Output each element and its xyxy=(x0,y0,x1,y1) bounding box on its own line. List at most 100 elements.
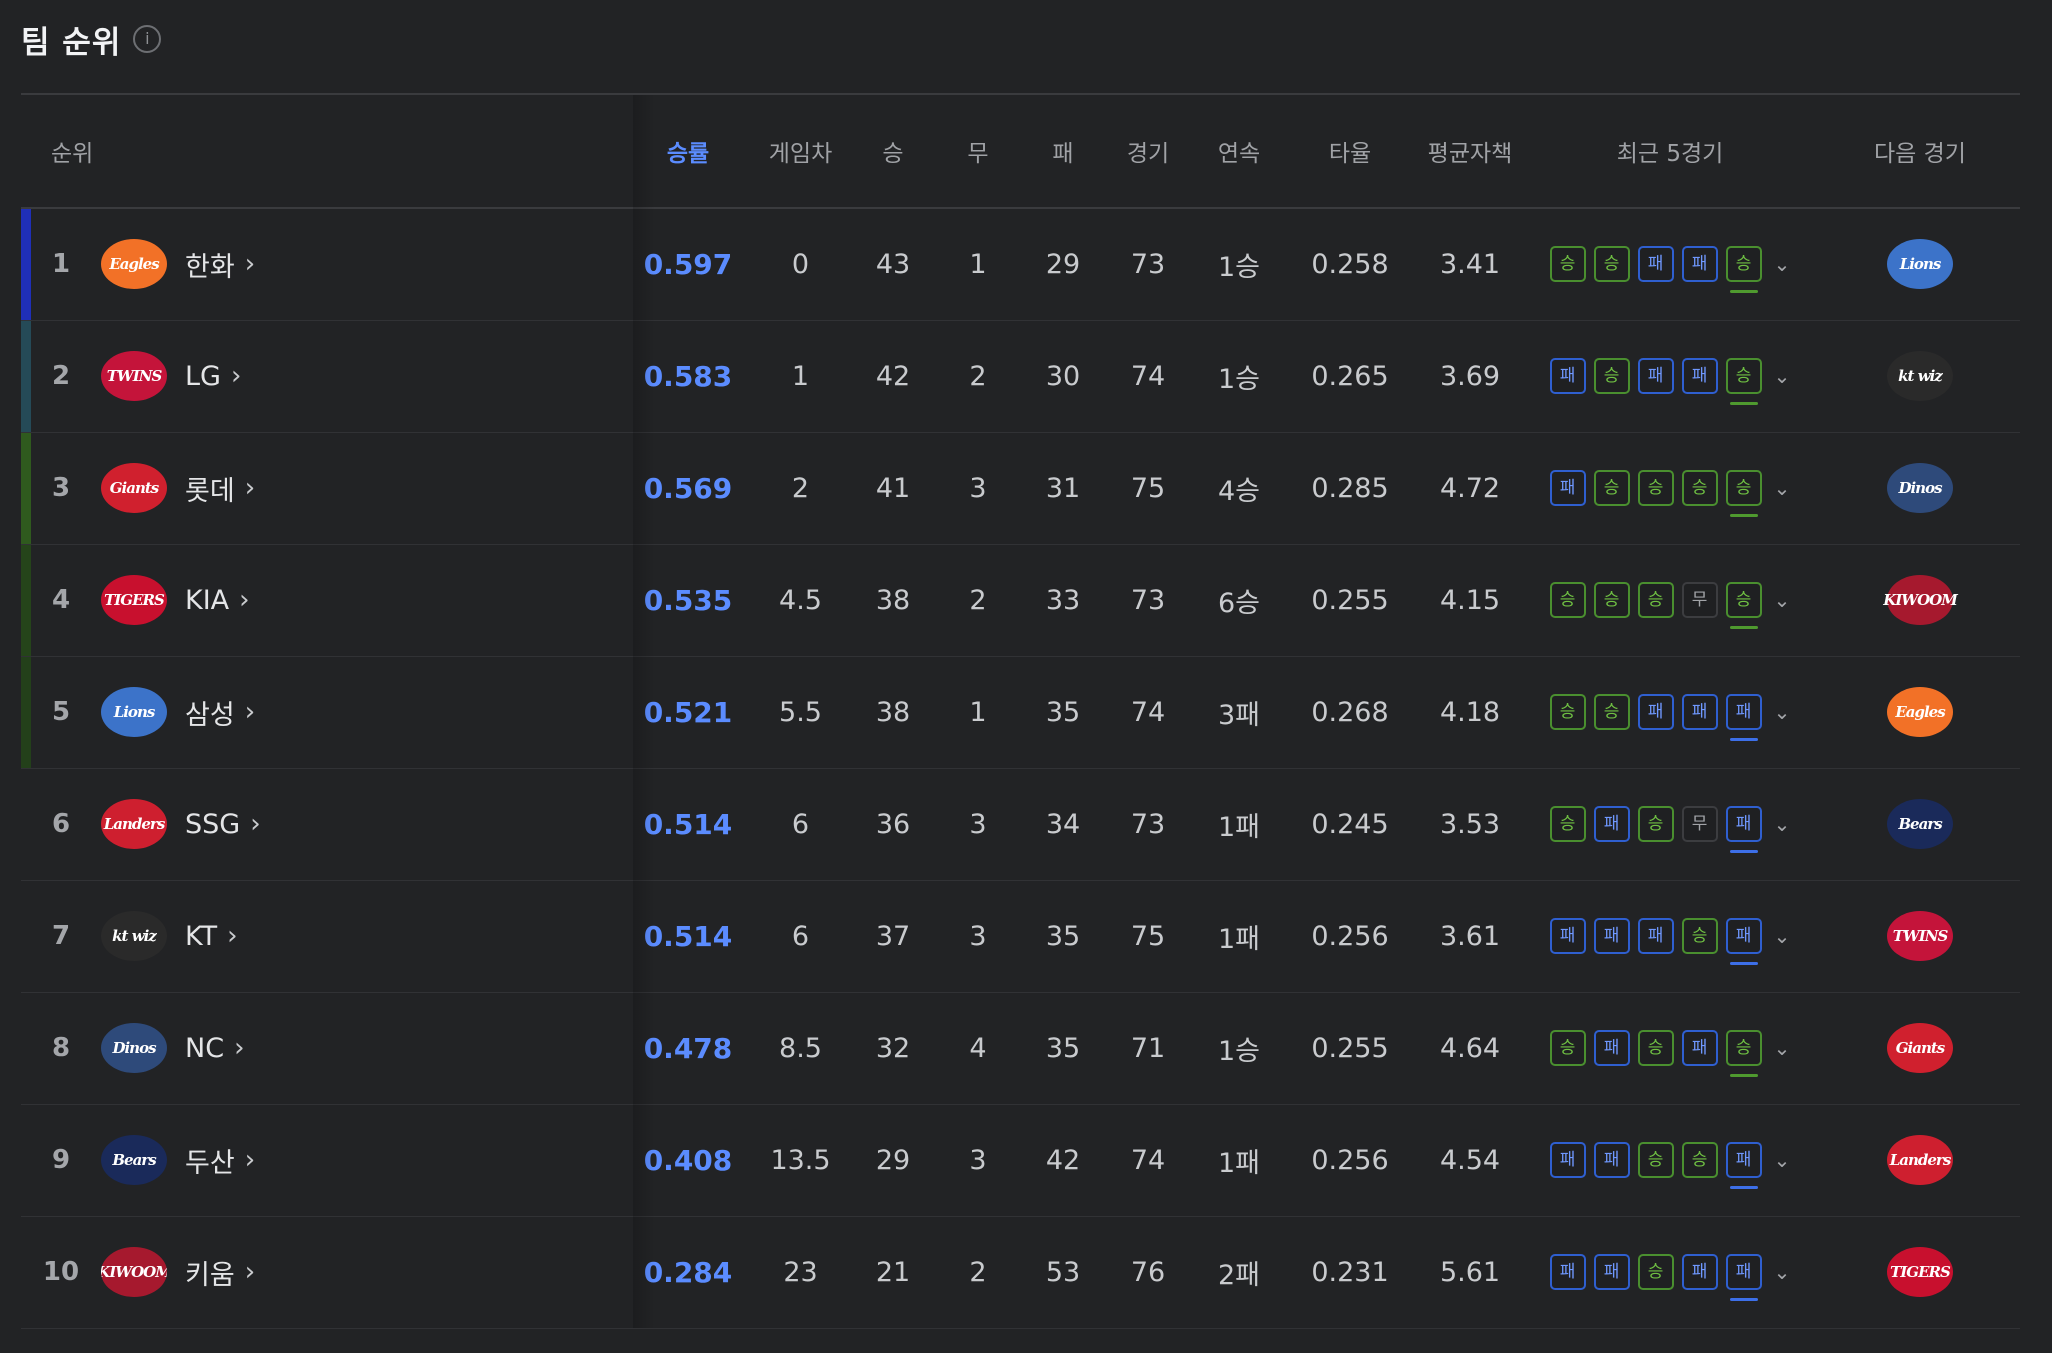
table-row[interactable]: 3 Giants 롯데 › 0.569 2 41 3 31 75 4승 0.28… xyxy=(21,432,2020,544)
chevron-down-icon[interactable]: ⌄ xyxy=(1774,1148,1791,1172)
games-behind: 6 xyxy=(791,808,810,840)
next-opponent-logo-icon[interactable]: Landers xyxy=(1887,1135,1953,1185)
col-games-behind[interactable]: 게임차 xyxy=(743,95,858,209)
recent-result-badge: 승 xyxy=(1549,806,1586,842)
chevron-down-icon[interactable]: ⌄ xyxy=(1774,812,1791,836)
next-opponent-logo-icon[interactable]: Giants xyxy=(1887,1023,1953,1073)
chevron-right-icon[interactable]: › xyxy=(231,361,241,391)
chevron-right-icon[interactable]: › xyxy=(245,1145,255,1175)
next-opponent-logo-icon[interactable]: Bears xyxy=(1887,799,1953,849)
rank-cell: 1 Eagles 한화 › xyxy=(21,208,633,320)
table-row[interactable]: 2 TWINS LG › 0.583 1 42 2 30 74 1승 0.265… xyxy=(21,320,2020,432)
draws: 3 xyxy=(969,1144,987,1176)
draws: 3 xyxy=(969,920,987,952)
recent-result-badge: 패 xyxy=(1725,1254,1762,1301)
rank-cell: 5 Lions 삼성 › xyxy=(21,656,633,768)
chevron-down-icon[interactable]: ⌄ xyxy=(1774,1260,1791,1284)
recent-result-badge: 승 xyxy=(1593,694,1630,730)
recent-5-cell: 패승승승승 ⌄ xyxy=(1520,432,1820,544)
games-behind: 23 xyxy=(783,1256,818,1288)
wins: 41 xyxy=(875,472,911,504)
games-played: 74 xyxy=(1130,360,1166,392)
chevron-down-icon[interactable]: ⌄ xyxy=(1774,700,1791,724)
col-wins[interactable]: 승 xyxy=(858,95,928,209)
col-era[interactable]: 평균자책 xyxy=(1420,95,1520,209)
recent-result-badge: 패 xyxy=(1681,694,1718,730)
streak: 1승 xyxy=(1217,363,1261,395)
team-logo-icon: Landers xyxy=(101,799,167,849)
recent-result-badge: 승 xyxy=(1637,1030,1674,1066)
recent-5-games: 패패패승패 ⌄ xyxy=(1520,918,1820,965)
col-streak[interactable]: 연속 xyxy=(1198,95,1280,209)
team-name-link[interactable]: 키움 xyxy=(185,1253,235,1292)
team-logo-icon: KIWOOM xyxy=(101,1247,167,1297)
col-losses[interactable]: 패 xyxy=(1028,95,1098,209)
table-row[interactable]: 1 Eagles 한화 › 0.597 0 43 1 29 73 1승 0.25… xyxy=(21,208,2020,320)
chevron-down-icon[interactable]: ⌄ xyxy=(1774,364,1791,388)
table-row[interactable]: 9 Bears 두산 › 0.408 13.5 29 3 42 74 1패 0.… xyxy=(21,1104,2020,1216)
team-name-link[interactable]: 삼성 xyxy=(185,693,235,732)
team-name-link[interactable]: KIA xyxy=(185,585,229,616)
next-opponent-logo-icon[interactable]: TWINS xyxy=(1887,911,1953,961)
chevron-right-icon[interactable]: › xyxy=(245,249,255,279)
table-row[interactable]: 10 KIWOOM 키움 › 0.284 23 21 2 53 76 2패 0.… xyxy=(21,1216,2020,1328)
losses: 42 xyxy=(1045,1144,1081,1176)
table-row[interactable]: 6 Landers SSG › 0.514 6 36 3 34 73 1패 0.… xyxy=(21,768,2020,880)
chevron-down-icon[interactable]: ⌄ xyxy=(1774,588,1791,612)
chevron-down-icon[interactable]: ⌄ xyxy=(1774,924,1791,948)
team-name-link[interactable]: 두산 xyxy=(185,1141,235,1180)
chevron-down-icon[interactable]: ⌄ xyxy=(1774,252,1791,276)
wins: 38 xyxy=(875,584,911,616)
losses: 35 xyxy=(1045,920,1081,952)
team-name-link[interactable]: 한화 xyxy=(185,245,235,284)
team-name-link[interactable]: LG xyxy=(185,361,221,392)
recent-result-badge: 패 xyxy=(1549,1254,1586,1290)
recent-result-badge: 승 xyxy=(1725,1030,1762,1077)
table-row[interactable]: 7 kt wiz KT › 0.514 6 37 3 35 75 1패 0.25… xyxy=(21,880,2020,992)
chevron-right-icon[interactable]: › xyxy=(234,1033,244,1063)
team-name-link[interactable]: NC xyxy=(185,1033,224,1064)
recent-result-badge: 승 xyxy=(1593,246,1630,283)
chevron-right-icon[interactable]: › xyxy=(250,809,260,839)
recent-result-badge: 승 xyxy=(1637,1142,1674,1178)
recent-result-badge: 승 xyxy=(1681,1142,1718,1178)
chevron-right-icon[interactable]: › xyxy=(239,585,249,615)
chevron-right-icon[interactable]: › xyxy=(245,1257,255,1287)
recent-result-badge: 패 xyxy=(1593,806,1630,842)
recent-5-games: 패승승승승 ⌄ xyxy=(1520,470,1820,517)
next-game-cell: TIGERS xyxy=(1820,1216,2020,1328)
chevron-down-icon[interactable]: ⌄ xyxy=(1774,476,1791,500)
team-name-link[interactable]: KT xyxy=(185,921,217,952)
recent-result-badge: 승 xyxy=(1681,918,1718,954)
team-logo-icon: TWINS xyxy=(101,351,167,401)
next-opponent-logo-icon[interactable]: Lions xyxy=(1887,239,1953,290)
next-opponent-logo-icon[interactable]: kt wiz xyxy=(1887,351,1953,401)
col-draws[interactable]: 무 xyxy=(928,95,1028,209)
next-opponent-logo-icon[interactable]: Dinos xyxy=(1887,463,1953,513)
next-opponent-logo-icon[interactable]: Eagles xyxy=(1887,687,1953,737)
col-games[interactable]: 경기 xyxy=(1098,95,1198,209)
table-row[interactable]: 4 TIGERS KIA › 0.535 4.5 38 2 33 73 6승 0… xyxy=(21,544,2020,656)
draws: 3 xyxy=(969,808,987,840)
recent-result-badge: 승 xyxy=(1681,470,1718,506)
batting-avg: 0.255 xyxy=(1311,584,1389,616)
info-icon[interactable]: i xyxy=(133,25,162,53)
team-name-link[interactable]: 롯데 xyxy=(185,469,235,508)
next-opponent-logo-icon[interactable]: KIWOOM xyxy=(1883,575,1958,625)
team-logo-icon: Eagles xyxy=(101,239,167,290)
table-row[interactable]: 5 Lions 삼성 › 0.521 5.5 38 1 35 74 3패 0.2… xyxy=(21,656,2020,768)
chevron-right-icon[interactable]: › xyxy=(245,697,255,727)
col-rank[interactable]: 순위 xyxy=(21,95,633,209)
streak: 4승 xyxy=(1217,475,1261,507)
chevron-right-icon[interactable]: › xyxy=(245,473,255,503)
rank-cell: 6 Landers SSG › xyxy=(21,768,633,880)
chevron-down-icon[interactable]: ⌄ xyxy=(1774,1036,1791,1060)
team-name-link[interactable]: SSG xyxy=(185,809,240,840)
col-batting-avg[interactable]: 타율 xyxy=(1280,95,1420,209)
batting-avg: 0.258 xyxy=(1311,248,1389,280)
chevron-right-icon[interactable]: › xyxy=(227,921,237,951)
recent-result-badge: 승 xyxy=(1725,582,1762,629)
next-opponent-logo-icon[interactable]: TIGERS xyxy=(1887,1247,1953,1297)
table-row[interactable]: 8 Dinos NC › 0.478 8.5 32 4 35 71 1승 0.2… xyxy=(21,992,2020,1104)
rank-cell: 9 Bears 두산 › xyxy=(21,1104,633,1216)
